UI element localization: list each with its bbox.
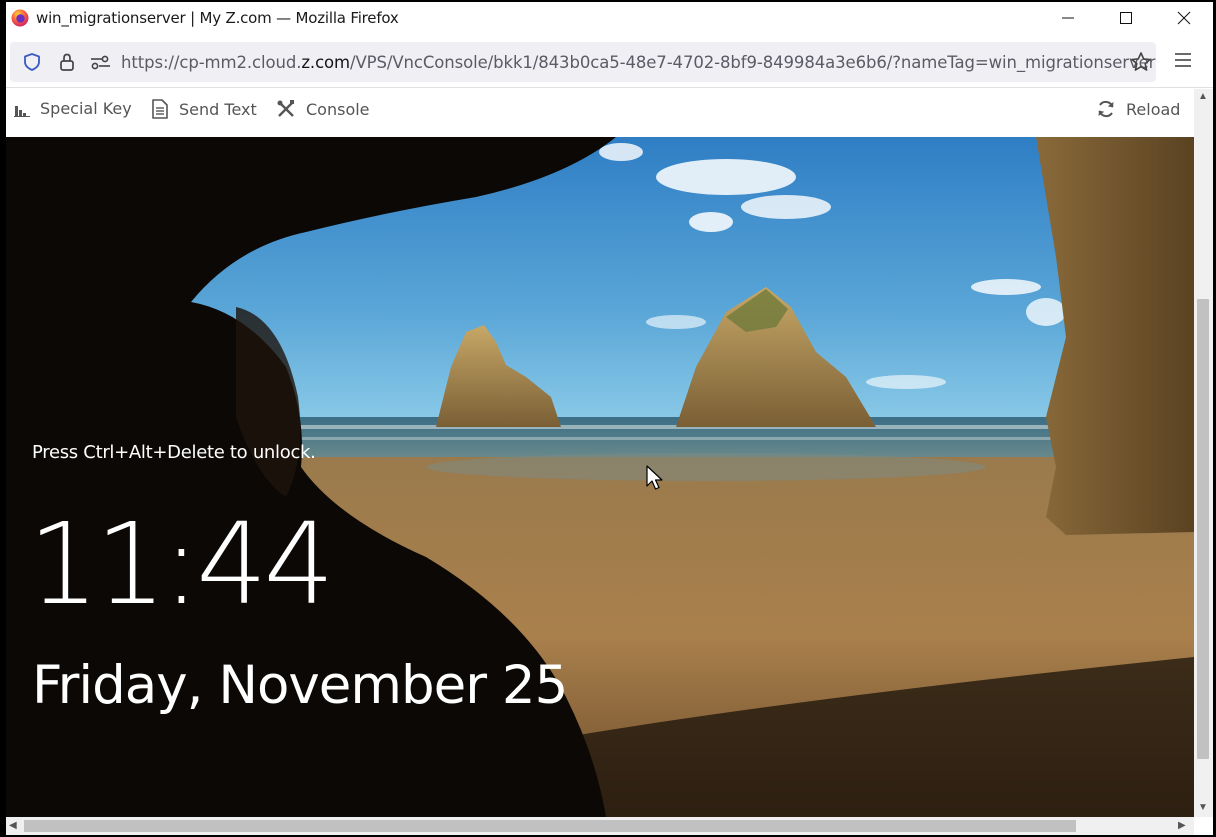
document-icon: [152, 99, 168, 119]
reload-label: Reload: [1126, 99, 1181, 119]
console-button[interactable]: Console: [276, 99, 370, 119]
lockscreen-clock: 11:44: [28, 500, 335, 630]
window-title: win_migrationserver | My Z.com — Mozilla…: [36, 9, 399, 27]
maximize-button[interactable]: [1097, 2, 1155, 34]
vertical-scroll-thumb[interactable]: [1197, 299, 1209, 759]
url-text[interactable]: https://cp-mm2.cloud.z.com/VPS/VncConsol…: [121, 53, 1155, 72]
tools-icon: [277, 100, 294, 117]
reload-button[interactable]: Reload: [1096, 99, 1180, 119]
scroll-left-icon[interactable]: ◀: [9, 821, 17, 831]
console-toolbar: Special Key Send Text Console Reload: [6, 89, 1194, 137]
mouse-cursor-icon: [646, 465, 663, 490]
star-icon[interactable]: [1130, 51, 1152, 73]
navigation-bar: https://cp-mm2.cloud.z.com/VPS/VncConsol…: [6, 34, 1213, 88]
horizontal-scrollbar[interactable]: ◀ ▶: [6, 817, 1194, 835]
maximize-icon: [1120, 12, 1132, 24]
close-button[interactable]: [1155, 2, 1213, 34]
close-icon: [1177, 11, 1191, 25]
refresh-icon: [1098, 101, 1114, 117]
lock-icon[interactable]: [57, 51, 77, 73]
browser-window: win_migrationserver | My Z.com — Mozilla…: [6, 2, 1213, 835]
firefox-icon: [11, 9, 29, 27]
special-key-button[interactable]: Special Key: [14, 99, 132, 118]
minimize-button[interactable]: [1039, 2, 1097, 34]
send-text-button[interactable]: Send Text: [151, 99, 257, 119]
hamburger-menu-icon[interactable]: [1174, 52, 1192, 68]
console-label: Console: [306, 99, 370, 119]
bar-chart-icon: [14, 105, 30, 117]
url-host: z.com: [301, 53, 351, 72]
horizontal-scroll-thumb[interactable]: [24, 820, 1076, 832]
url-prefix: https://cp-mm2.cloud.: [121, 53, 302, 72]
scroll-right-icon[interactable]: ▶: [1178, 821, 1186, 831]
vnc-console-screen[interactable]: Press Ctrl+Alt+Delete to unlock. 11:44 F…: [6, 137, 1194, 817]
send-text-label: Send Text: [179, 99, 257, 119]
url-field[interactable]: https://cp-mm2.cloud.z.com/VPS/VncConsol…: [10, 42, 1156, 82]
scroll-up-icon[interactable]: ▲: [1198, 92, 1208, 102]
lockscreen-date: Friday, November 25: [32, 655, 568, 716]
tracking-protection-shield-icon[interactable]: [22, 52, 42, 72]
scroll-down-icon[interactable]: ▼: [1198, 803, 1208, 813]
vertical-scrollbar[interactable]: ▲ ▼: [1194, 89, 1213, 817]
title-bar[interactable]: win_migrationserver | My Z.com — Mozilla…: [6, 2, 1213, 34]
minimize-icon: [1062, 17, 1074, 19]
special-key-label: Special Key: [40, 99, 132, 118]
unlock-prompt: Press Ctrl+Alt+Delete to unlock.: [32, 442, 316, 463]
permissions-icon[interactable]: [90, 54, 112, 70]
url-path: /VPS/VncConsole/bkk1/843b0ca5-48e7-4702-…: [350, 53, 1156, 72]
